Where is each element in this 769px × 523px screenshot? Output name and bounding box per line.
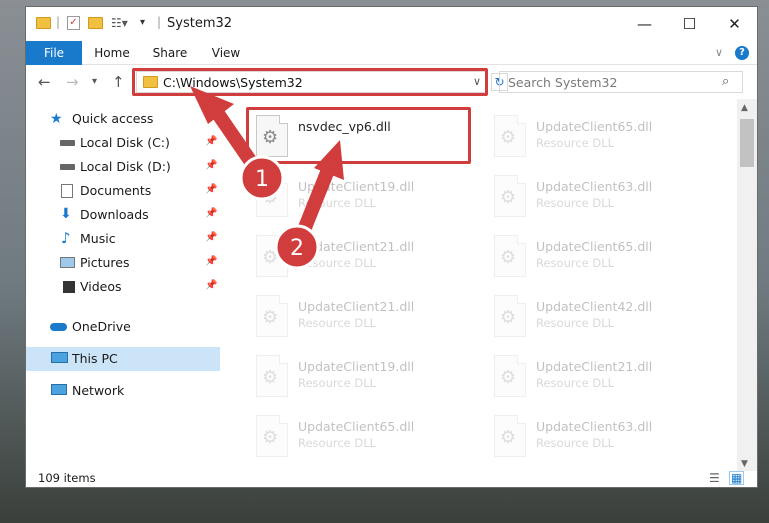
tab-share[interactable]: Share (146, 41, 194, 65)
pin-icon[interactable]: 📌 (205, 136, 217, 147)
list-item[interactable]: ⚙ UpdateClient65.dll Resource DLL (488, 229, 708, 285)
sidebar-item-local-disk-d[interactable]: Local Disk (D:) 📌 (26, 155, 220, 179)
gear-icon: ⚙ (262, 187, 279, 208)
scroll-down-icon[interactable]: ▼ (741, 459, 748, 469)
list-item[interactable]: ⚙ UpdateClient42.dll Resource DLL (488, 289, 708, 345)
computer-icon (51, 352, 68, 363)
gear-icon: ⚙ (500, 127, 517, 148)
properties-icon[interactable]: ✓ (67, 16, 80, 30)
up-arrow-icon[interactable]: ↑ (112, 73, 125, 91)
vertical-scrollbar[interactable]: ▲ ▼ (737, 99, 757, 471)
sidebar-item-music[interactable]: ♪ Music 📌 (26, 227, 220, 251)
pin-icon[interactable]: 📌 (205, 160, 217, 171)
tab-file[interactable]: File (26, 41, 82, 65)
pin-icon[interactable]: 📌 (205, 280, 217, 291)
minimize-button[interactable]: — (622, 7, 667, 41)
documents-icon (61, 184, 73, 198)
sidebar-item-local-disk-c[interactable]: Local Disk (C:) 📌 (26, 131, 220, 155)
list-item[interactable]: ⚙ UpdateClient21.dll Resource DLL (250, 289, 470, 345)
large-icons-view-icon[interactable]: ▦ (729, 471, 745, 485)
status-bar: 109 items ☰ ▦ (26, 471, 757, 487)
sidebar-item-network[interactable]: Network (26, 379, 220, 403)
drive-icon (60, 164, 75, 170)
star-icon: ★ (50, 111, 63, 127)
chevron-down-icon[interactable]: ∨ (715, 46, 723, 59)
drive-icon (60, 140, 75, 146)
address-highlight-box (132, 68, 488, 96)
recent-locations-icon[interactable]: ▾ (92, 76, 97, 87)
gear-icon: ⚙ (500, 367, 517, 388)
sidebar-item-pictures[interactable]: Pictures 📌 (26, 251, 220, 275)
search-input[interactable]: Search System32 ⌕ (499, 71, 743, 93)
file-highlight-box (246, 107, 471, 164)
details-view-icon[interactable]: ☰ (709, 471, 720, 485)
scrollbar-thumb[interactable] (740, 119, 754, 167)
new-folder-icon[interactable] (88, 17, 103, 29)
file-list: ⚙ nsvdec_vp6.dll ⚙ UpdateClient19.dll Res… (220, 99, 737, 471)
videos-icon (60, 281, 75, 293)
list-item[interactable]: ⚙ UpdateClient65.dll Resource DLL (488, 109, 708, 165)
gear-icon: ⚙ (262, 307, 279, 328)
search-placeholder: Search System32 (508, 75, 618, 90)
title-bar: | ✓ ☷▾ ▾ | System32 — ☐ ✕ (26, 7, 757, 41)
gear-icon: ⚙ (500, 307, 517, 328)
sidebar-item-downloads[interactable]: ⬇ Downloads 📌 (26, 203, 220, 227)
separator: | (56, 15, 61, 29)
customize-toolbar-icon[interactable]: ☷▾ (111, 16, 128, 34)
download-icon: ⬇ (60, 206, 72, 222)
sidebar-item-documents[interactable]: Documents 📌 (26, 179, 220, 203)
tab-home[interactable]: Home (88, 41, 136, 65)
item-count: 109 items (38, 471, 96, 485)
list-item[interactable]: ⚙ UpdateClient19.dll Resource DLL (250, 349, 470, 405)
separator: | (157, 15, 162, 29)
gear-icon: ⚙ (262, 427, 279, 448)
sidebar-item-onedrive[interactable]: OneDrive (26, 315, 220, 339)
navigation-bar: ← → ▾ ↑ C:\Windows\System32 ∨ ↻ Search S… (26, 65, 757, 99)
gear-icon: ⚙ (500, 427, 517, 448)
pictures-icon (60, 257, 75, 268)
cloud-icon (50, 323, 67, 331)
scroll-up-icon[interactable]: ▲ (741, 103, 748, 113)
pin-icon[interactable]: 📌 (205, 256, 217, 267)
list-item[interactable]: ⚙ UpdateClient21.dll Resource DLL (250, 229, 470, 285)
close-button[interactable]: ✕ (712, 7, 757, 41)
pin-icon[interactable]: 📌 (205, 184, 217, 195)
gear-icon: ⚙ (500, 247, 517, 268)
music-icon: ♪ (61, 229, 71, 247)
navigation-pane: ★ Quick access Local Disk (C:) 📌 Local D… (26, 99, 220, 471)
folder-icon (36, 17, 51, 29)
list-item[interactable]: ⚙ UpdateClient21.dll Resource DLL (488, 349, 708, 405)
gear-icon: ⚙ (262, 367, 279, 388)
back-arrow-icon[interactable]: ← (38, 73, 51, 91)
sidebar-item-quick-access[interactable]: ★ Quick access (26, 107, 220, 131)
maximize-button[interactable]: ☐ (667, 7, 712, 41)
tab-view[interactable]: View (204, 41, 248, 65)
list-item[interactable]: ⚙ UpdateClient63.dll Resource DLL (488, 409, 708, 465)
search-icon: ⌕ (722, 74, 730, 89)
file-explorer-window: | ✓ ☷▾ ▾ | System32 — ☐ ✕ File Home Shar… (26, 7, 757, 487)
pin-icon[interactable]: 📌 (205, 232, 217, 243)
window-title: System32 (167, 16, 233, 31)
list-item[interactable]: ⚙ UpdateClient65.dll Resource DLL (250, 409, 470, 465)
gear-icon: ⚙ (500, 187, 517, 208)
forward-arrow-icon[interactable]: → (66, 73, 79, 91)
sidebar-item-this-pc[interactable]: This PC (26, 347, 220, 371)
pin-icon[interactable]: 📌 (205, 208, 217, 219)
sidebar-item-videos[interactable]: Videos 📌 (26, 275, 220, 299)
list-item[interactable]: ⚙ UpdateClient63.dll Resource DLL (488, 169, 708, 225)
list-item[interactable]: ⚙ UpdateClient19.dll Resource DLL (250, 169, 470, 225)
ribbon-tabs: File Home Share View ∨ ? (26, 41, 757, 65)
dropdown-arrow-icon[interactable]: ▾ (140, 17, 145, 35)
network-icon (51, 384, 67, 395)
gear-icon: ⚙ (262, 247, 279, 268)
help-icon[interactable]: ? (735, 46, 749, 60)
